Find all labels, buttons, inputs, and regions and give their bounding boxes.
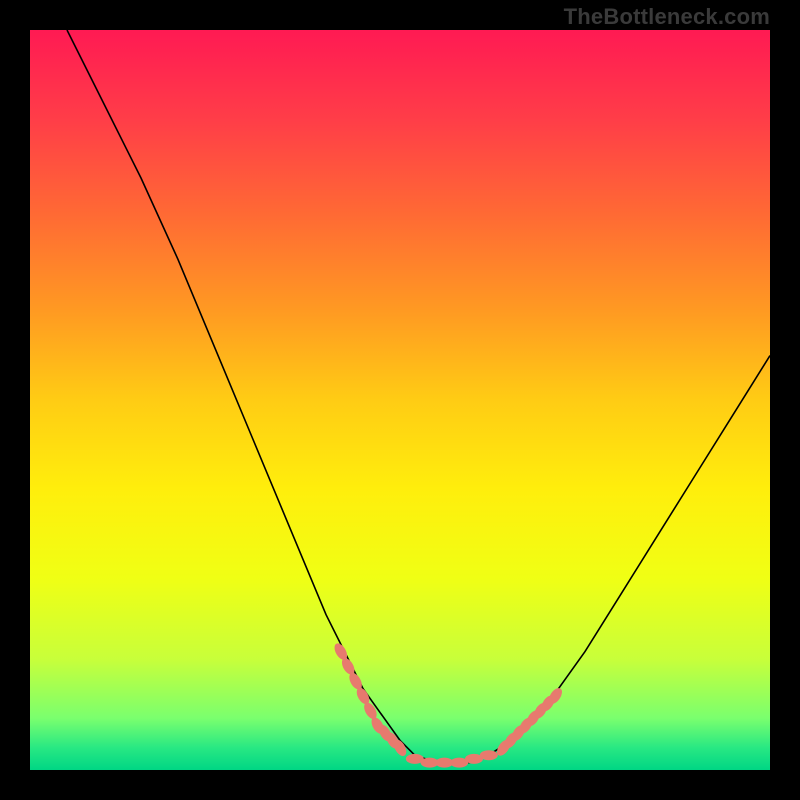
bottleneck-curve bbox=[67, 30, 770, 763]
chart-svg bbox=[30, 30, 770, 770]
data-marker bbox=[480, 750, 498, 760]
chart-frame: TheBottleneck.com bbox=[0, 0, 800, 800]
watermark-text: TheBottleneck.com bbox=[564, 4, 770, 30]
data-markers bbox=[332, 641, 565, 767]
